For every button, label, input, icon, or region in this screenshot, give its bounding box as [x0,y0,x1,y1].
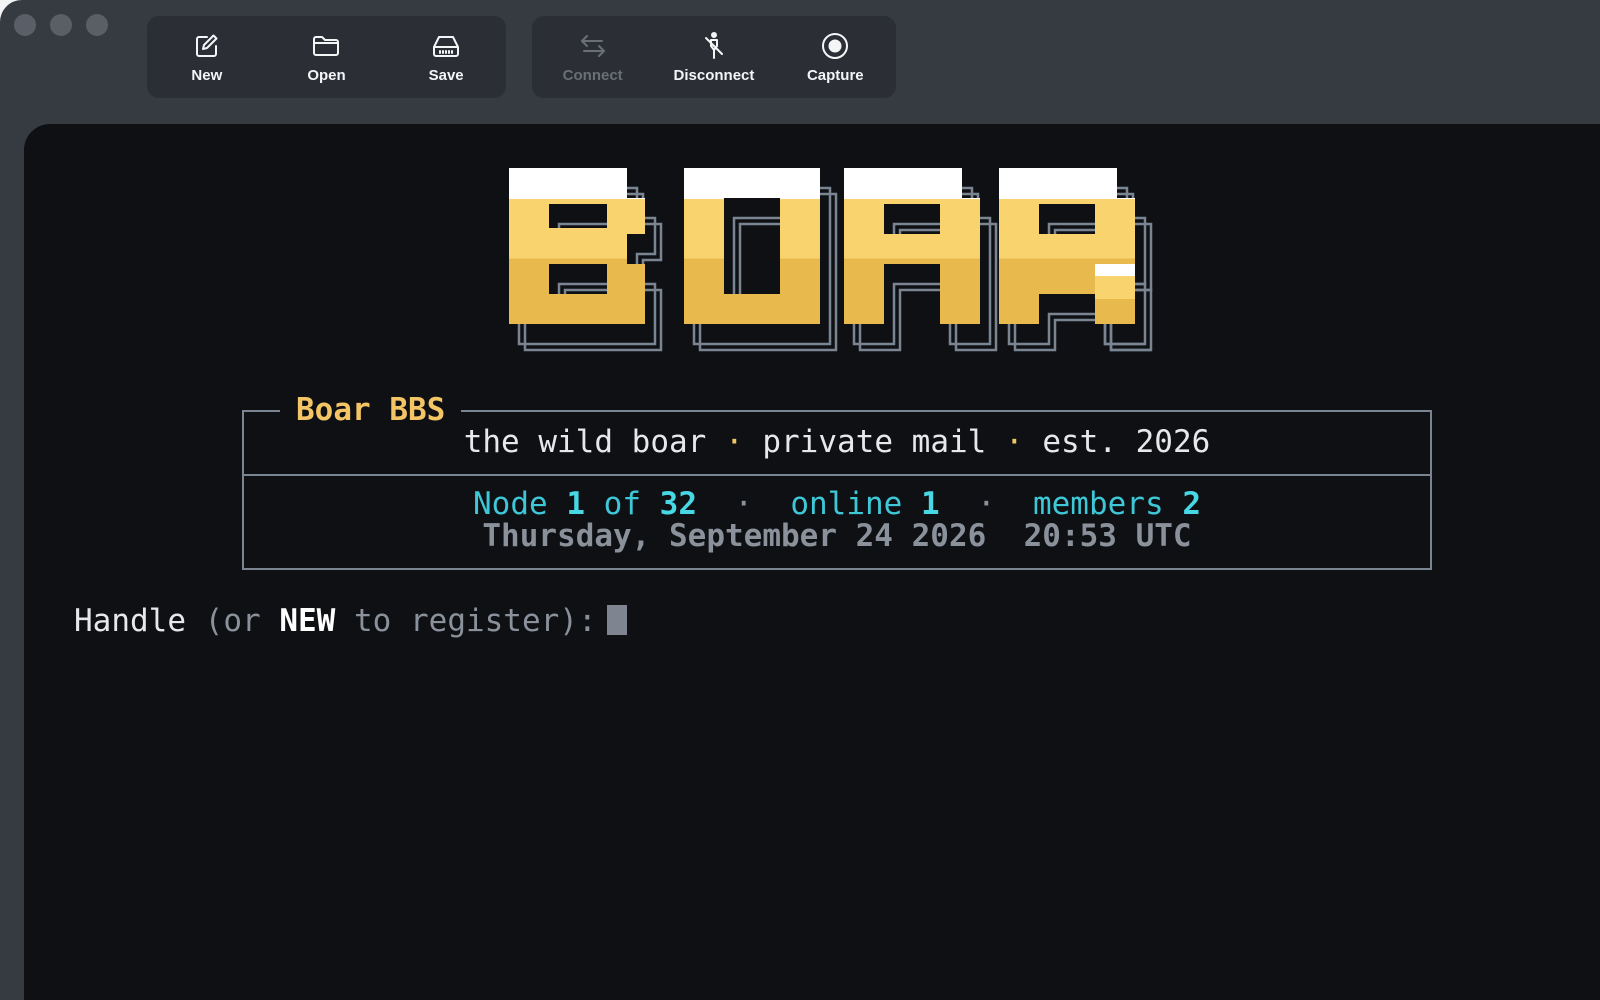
minimize-window-button[interactable] [50,14,72,36]
stats-separator: · [976,486,996,522]
node-stats: Node 1 of 32 · online 1 · members 2 [244,486,1430,522]
date-time-line: Thursday, September 24 2026 20:53 UTC [244,518,1430,554]
terminal-screen[interactable]: Boar BBS the wild boar · private mail · … [24,124,1600,1000]
logo-letter-o [684,168,820,324]
logo-letter-b [509,168,645,324]
unplug-icon [704,31,723,59]
drive-icon [433,35,460,57]
box-divider [244,474,1430,476]
save-button[interactable]: Save [401,31,491,84]
file-toolbar-group: New Open Save [147,16,506,98]
zoom-window-button[interactable] [86,14,108,36]
tagline-part-3: est. 2026 [1042,424,1211,460]
current-date: Thursday, September 24 2026 [482,518,987,554]
prompt-register-hint: to register): [354,603,597,639]
bbs-info-box: Boar BBS the wild boar · private mail · … [242,392,1432,570]
connect-button[interactable]: Connect [548,31,638,84]
prompt-label: Handle [74,603,186,639]
save-button-label: Save [428,66,464,84]
current-time: 20:53 UTC [1023,518,1192,554]
window-controls [14,14,108,36]
capture-button-label: Capture [806,66,864,84]
close-window-button[interactable] [14,14,36,36]
members-label: members [1032,486,1164,522]
prompt-or: (or [204,603,261,639]
online-count: 1 [920,486,940,522]
text-cursor[interactable] [606,605,627,635]
bbs-title: Boar BBS [280,392,462,428]
connect-button-label: Connect [562,66,623,84]
open-button[interactable]: Open [281,31,371,84]
capture-button[interactable]: Capture [790,31,880,84]
online-label: online [790,486,903,522]
stats-separator: · [734,486,753,522]
disconnect-button[interactable]: Disconnect [669,31,759,84]
node-label: Node [473,486,548,522]
connection-toolbar-group: Connect Disconnect Capture [532,16,896,98]
members-count: 2 [1182,486,1201,522]
tagline-separator: · [1004,424,1024,460]
record-icon [822,32,849,59]
disconnect-button-label: Disconnect [673,66,755,84]
new-button-label: New [191,66,223,84]
app-window: New Open Save Connect Disconnect Capture… [0,0,1600,1000]
handle-prompt[interactable]: Handle (or NEW to register): [74,602,627,640]
tagline-part-2: private mail [762,424,987,460]
logo-letter-r [999,168,1135,324]
logo-letter-a [844,168,980,324]
of-label: of [603,486,641,522]
folder-icon [313,35,340,56]
prompt-keyword-new: NEW [279,603,336,639]
tagline: the wild boar · private mail · est. 2026 [244,424,1430,460]
tagline-separator: · [725,424,744,460]
tagline-part-1: the wild boar [463,424,707,460]
transfer-arrows-icon [580,34,605,57]
new-button[interactable]: New [162,31,252,84]
open-button-label: Open [307,66,346,84]
node-number: 1 [566,486,585,522]
new-document-icon [195,34,218,57]
node-total: 32 [659,486,697,522]
boar-ansi-logo [509,168,1153,352]
